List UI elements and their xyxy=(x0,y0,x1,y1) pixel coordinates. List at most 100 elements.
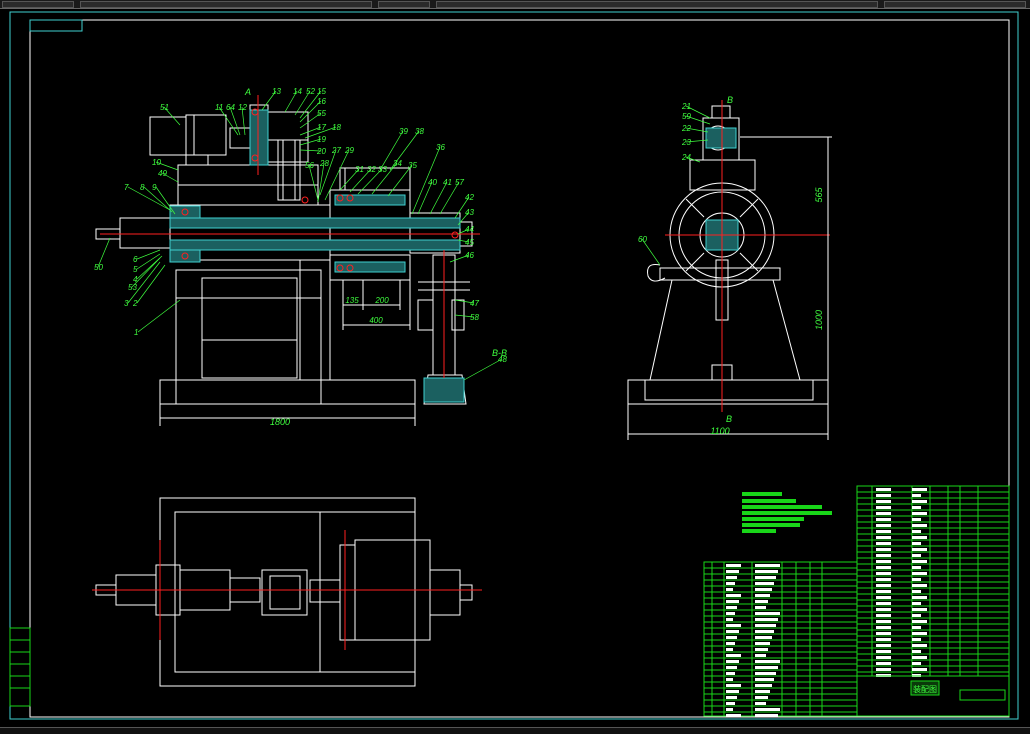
cell-text-mark xyxy=(726,588,733,591)
cell-text-mark xyxy=(912,494,921,497)
side-view-centerlines xyxy=(100,95,480,378)
cell-text-mark xyxy=(876,500,891,503)
part-label: 47 xyxy=(470,299,479,308)
side-view xyxy=(95,104,473,405)
part-label: 13 xyxy=(272,87,281,96)
cell-text-mark xyxy=(755,564,780,567)
cell-text-mark xyxy=(755,672,776,675)
cell-text-mark xyxy=(876,494,891,497)
part-label: 50 xyxy=(94,263,103,272)
cell-text-mark xyxy=(912,506,921,509)
cell-text-mark xyxy=(876,506,891,509)
cell-text-mark xyxy=(876,602,891,605)
dim-upper-height: 565 xyxy=(814,187,824,203)
cell-text-mark xyxy=(726,708,733,711)
cell-text-mark xyxy=(876,662,891,665)
dim-overall-length: 1800 xyxy=(270,417,290,427)
cell-text-mark xyxy=(876,584,891,587)
part-label: 58 xyxy=(470,313,479,322)
cell-text-mark xyxy=(912,602,921,605)
part-label: 3 xyxy=(124,299,129,308)
part-label: 28 xyxy=(319,159,329,168)
cell-text-mark xyxy=(755,678,774,681)
cell-text-mark xyxy=(876,524,891,527)
cell-text-mark xyxy=(726,570,739,573)
cell-text-mark xyxy=(755,606,766,609)
cell-text-mark xyxy=(726,636,737,639)
cell-text-mark xyxy=(726,714,741,717)
cell-text-mark xyxy=(726,612,735,615)
cell-text-mark xyxy=(726,684,741,687)
cell-text-mark xyxy=(726,648,733,651)
section-mark-a: A xyxy=(244,87,251,97)
cell-text-mark xyxy=(912,644,927,647)
part-label: 8 xyxy=(140,183,145,192)
cell-text-mark xyxy=(912,518,921,521)
part-label: 45 xyxy=(465,238,474,247)
cell-text-mark xyxy=(912,572,927,575)
cell-text-mark xyxy=(876,596,891,599)
part-label: 1 xyxy=(134,328,138,337)
cell-text-mark xyxy=(726,624,741,627)
cell-text-mark xyxy=(876,656,891,659)
cell-text-mark xyxy=(912,596,927,599)
leader-line xyxy=(143,186,173,213)
cell-text-mark xyxy=(755,702,766,705)
cad-drawing-canvas[interactable]: 1800 135 200 400 A B-B 51 11 64 1213 14 52 151… xyxy=(0,0,1030,733)
part-label: 32 xyxy=(367,165,376,174)
part-label: 6 xyxy=(133,255,138,264)
cell-text-mark xyxy=(876,560,891,563)
cell-text-mark xyxy=(726,678,733,681)
leader-line xyxy=(136,264,166,304)
cell-text-mark xyxy=(755,714,778,717)
cell-text-mark xyxy=(912,608,927,611)
cell-text-mark xyxy=(876,650,891,653)
cell-text-mark xyxy=(755,696,768,699)
end-view-dimensions xyxy=(627,136,832,440)
part-label: 59 xyxy=(682,112,691,121)
part-label: 15 xyxy=(317,87,326,96)
cell-text-mark xyxy=(876,638,891,641)
part-label: 44 xyxy=(465,225,474,234)
cell-text-mark xyxy=(755,570,778,573)
cell-text-mark xyxy=(912,650,921,653)
cell-text-mark xyxy=(876,566,891,569)
dim-d1: 135 xyxy=(345,296,359,305)
top-view xyxy=(95,497,473,687)
part-label: 57 xyxy=(455,178,464,187)
leader-line xyxy=(137,299,181,333)
cell-text-mark xyxy=(912,530,921,533)
cell-text-mark xyxy=(876,536,891,539)
cell-text-mark xyxy=(912,614,921,617)
cell-text-mark xyxy=(726,642,735,645)
part-label: 42 xyxy=(465,193,474,202)
dim-d3: 400 xyxy=(369,316,383,325)
cell-text-mark xyxy=(912,662,921,665)
part-label: 23 xyxy=(681,138,691,147)
dim-width: 1100 xyxy=(710,426,729,436)
cell-text-mark xyxy=(912,626,921,629)
cell-text-mark xyxy=(912,578,921,581)
title-block: 装配图 xyxy=(856,675,1010,717)
cell-text-mark xyxy=(755,594,770,597)
leader-line xyxy=(136,249,161,260)
cell-text-mark xyxy=(876,608,891,611)
cell-text-mark xyxy=(726,618,733,621)
part-label: 10 xyxy=(152,158,161,167)
cell-text-mark xyxy=(755,600,768,603)
part-label: 55 xyxy=(317,109,326,118)
cell-text-mark xyxy=(912,542,921,545)
left-margin-stamp xyxy=(9,627,31,707)
cell-text-mark xyxy=(755,576,776,579)
cell-text-mark xyxy=(912,536,927,539)
cell-text-mark xyxy=(912,524,927,527)
part-label: 16 xyxy=(317,97,326,106)
cell-text-mark xyxy=(726,594,741,597)
cell-text-mark xyxy=(876,548,891,551)
dim-base-height: 1000 xyxy=(814,310,824,330)
cell-text-mark xyxy=(876,620,891,623)
cell-text-mark xyxy=(726,690,739,693)
part-label: 35 xyxy=(408,161,417,170)
cell-text-mark xyxy=(755,708,780,711)
cell-text-mark xyxy=(876,488,891,491)
